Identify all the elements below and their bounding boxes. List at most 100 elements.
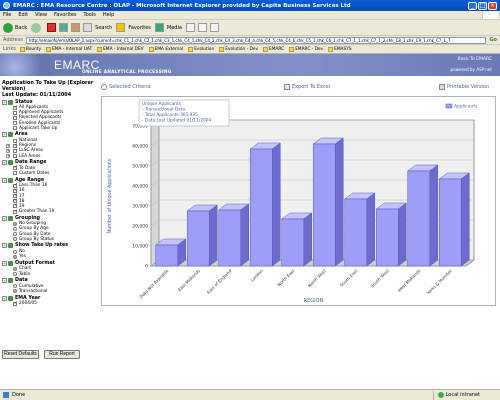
criteria-option-label: Greater Than 19 [19,209,55,215]
link-ema-external[interactable]: EMA External [148,46,183,52]
menu-help[interactable]: Help [103,12,114,18]
expand-icon[interactable]: + [6,143,10,148]
checkbox[interactable] [13,154,17,159]
criteria-group: –Date RangeTo DateCustom Dates [2,160,94,176]
title-bar: EMARC : EMA Resource Centre : OLAP - Mic… [0,0,500,11]
criteria-option-label: Yes [19,254,26,260]
address-input[interactable]: http://emainfo/ema/OLAP_2.aspx?current=c… [25,36,487,44]
radio-button[interactable] [13,237,17,242]
bar [438,178,462,267]
collapse-toggle-icon[interactable]: – [2,260,7,266]
export-to-excel-link[interactable]: Export To Excel [284,84,330,90]
selected-criteria-link[interactable]: Selected Criteria [101,84,151,90]
bar-side [272,142,281,267]
checkbox[interactable] [13,105,18,110]
page-icon [46,46,52,52]
page-icon [19,46,25,52]
criteria-panel: Application To Take Up (Explorer Version… [2,80,94,368]
link-emasys[interactable]: EMASYS [328,46,352,52]
collapse-toggle-icon[interactable]: – [2,243,7,249]
link-evolution[interactable]: Evolution [188,46,214,52]
link-evolution-dev[interactable]: Evolution - Dev [219,46,258,52]
maximize-button[interactable]: □ [478,1,487,10]
criteria-group: – Data Cumulative Transactional [2,278,94,294]
radio-button[interactable] [13,226,17,231]
media-icon [154,23,164,32]
go-button[interactable]: Go [489,37,497,43]
checkbox[interactable] [13,209,18,214]
refresh-icon[interactable] [59,23,69,32]
checkbox[interactable] [13,126,17,131]
criteria-option-label: LEA Areas [19,153,41,159]
chart-note: Unique Applicants [142,101,182,107]
radio-button[interactable] [13,284,17,289]
history-icon[interactable] [185,23,195,32]
collapse-toggle-icon[interactable]: – [2,132,7,138]
group-icon [8,160,13,166]
menu-edit[interactable]: Edit [18,12,28,18]
media-button[interactable]: Media [154,23,182,32]
menu-tools[interactable]: Tools [84,12,96,18]
link-ema-internal-uat[interactable]: EMA - Internal UAT [46,46,92,52]
back-button[interactable]: Back [3,22,27,33]
criteria-group: – Show Take Up rates No Yes [2,243,94,259]
run-report-button[interactable]: Run Report [44,350,80,359]
checkbox[interactable] [13,121,17,126]
radio-button[interactable] [13,249,17,254]
link-ema-internal-dev[interactable]: EMA - Internal DEV [97,46,144,52]
link-emarc-dev[interactable]: EMARC - Dev [289,46,323,52]
collapse-toggle-icon[interactable]: – [2,99,7,105]
bar-side [335,137,344,267]
address-label: Address [3,37,23,43]
checkbox[interactable] [13,143,18,148]
radio-button[interactable] [13,272,17,277]
bar-side [429,164,439,267]
reset-defaults-button[interactable]: Reset Defaults [2,350,39,359]
checkbox[interactable] [13,148,17,153]
bar-side [461,172,470,267]
checkbox[interactable] [13,115,17,120]
menu-favorites[interactable]: Favorites [54,12,77,18]
close-button[interactable]: × [488,1,497,10]
radio-button[interactable] [13,289,17,294]
radio-button[interactable] [13,232,17,237]
collapse-toggle-icon[interactable]: – [2,215,7,221]
print-icon[interactable] [209,23,219,32]
minimize-button[interactable]: _ [468,1,477,10]
bar [155,244,179,267]
menu-bar: File Edit View Favorites Tools Help [0,11,500,20]
back-to-emarc-link[interactable]: Back To EMARC [458,57,492,62]
bar-side [303,212,313,267]
link-bounty[interactable]: Bounty [19,46,41,52]
collapse-toggle-icon[interactable]: – [2,177,7,183]
collapse-toggle-icon[interactable]: – [2,295,7,301]
radio-button[interactable] [13,254,17,259]
forward-button[interactable] [31,22,43,33]
checkbox[interactable] [13,171,17,176]
checkbox[interactable] [13,110,17,115]
collapse-toggle-icon[interactable]: – [2,278,7,284]
checkbox[interactable] [13,165,18,171]
page-icon [188,46,194,52]
link-emarc[interactable]: EMARC [263,46,284,52]
status-text: Done [12,392,26,398]
legend-swatch [445,103,453,109]
collapse-toggle-icon[interactable]: – [2,160,7,166]
search-button[interactable]: Search [83,23,112,32]
printable-version-link[interactable]: Printable Version [439,84,489,90]
radio-button[interactable] [13,266,17,271]
mail-icon[interactable] [197,23,207,32]
y-tick-label: 40,000 [132,184,148,190]
menu-view[interactable]: View [35,12,47,18]
favorites-button[interactable]: Favorites [116,23,151,32]
home-icon[interactable] [71,23,81,32]
menu-file[interactable]: File [3,12,11,18]
checkbox[interactable] [13,301,18,306]
criteria-option-label: Table [19,271,31,277]
radio-button[interactable] [13,221,17,226]
stop-icon[interactable] [47,23,57,32]
criteria-group-title: Data [15,278,28,284]
criteria-option: Custom Dates [2,171,94,176]
expand-icon[interactable]: + [6,154,10,159]
expand-icon[interactable]: + [6,148,10,153]
